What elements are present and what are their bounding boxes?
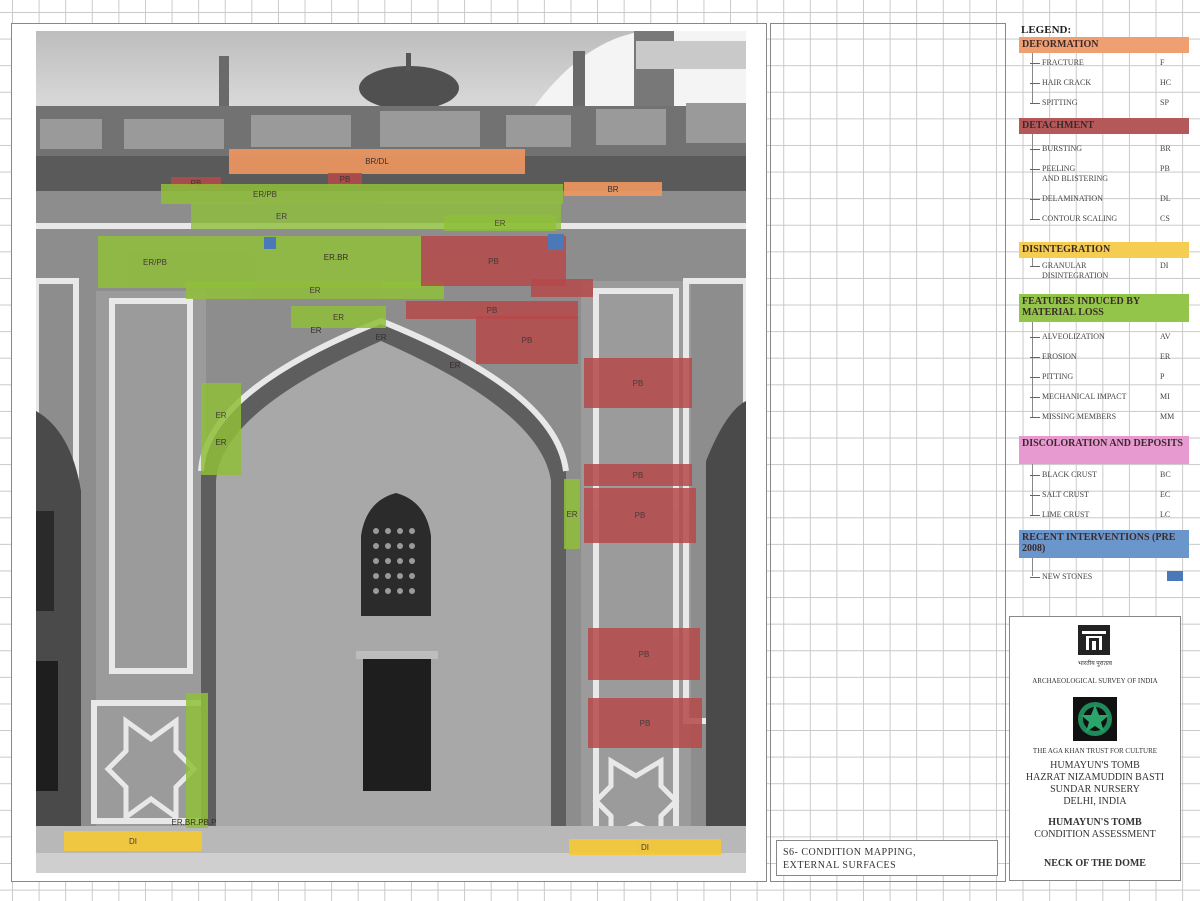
drawing-caption: S6- CONDITION MAPPING, EXTERNAL SURFACES: [776, 840, 998, 876]
zone-label-erosion-bursting-peeling-pitting: ER.BR.PB.P: [171, 817, 217, 827]
facade-photograph: BR/DL BR PB PB ER/PB ER ER ER/PB ER.BR E…: [36, 31, 746, 873]
asi-name: ARCHAEOLOGICAL SURVEY OF INDIA: [1032, 677, 1158, 685]
doorway: [363, 659, 431, 791]
zone-peeling: PB: [476, 316, 578, 364]
zone-erosion: ER: [186, 281, 444, 299]
akdn-emblem-icon: [1073, 697, 1117, 741]
zone-peeling: PB: [588, 628, 700, 680]
legend-category-detachment: DETACHMENT: [1019, 118, 1189, 134]
legend-category-deformation: DEFORMATION: [1019, 37, 1189, 53]
site-location: HAZRAT NIZAMUDDIN BASTI: [1025, 772, 1165, 783]
zone-erosion: ER: [444, 215, 556, 231]
site-location: DELHI, INDIA: [1063, 796, 1127, 807]
zone-erosion-column: [186, 693, 208, 828]
zone-granular-disintegration: DI: [569, 839, 721, 855]
new-stone-marker: [264, 237, 276, 249]
legend-connector: [1032, 53, 1033, 103]
new-stones-swatch: [1167, 571, 1183, 581]
title-block: भारतीय पुरातत्व ARCHAEOLOGICAL SURVEY OF…: [1009, 616, 1181, 881]
caption-line: S6- CONDITION MAPPING,: [783, 847, 916, 858]
zone-peeling: PB: [584, 464, 692, 486]
zone-granular-disintegration: DI: [64, 831, 202, 851]
zone-label-erosion: ER: [449, 360, 461, 370]
sheet-title: NECK OF THE DOME: [1044, 858, 1146, 869]
new-stone-marker: [548, 234, 564, 250]
zone-erosion-arch: ER ER: [201, 383, 241, 475]
zone-peeling: PB: [584, 358, 692, 408]
legend-connector: [1032, 558, 1033, 576]
chhatri-dome: [359, 66, 459, 110]
legend-connector: [1032, 258, 1033, 266]
zone-label-erosion: ER: [310, 325, 322, 335]
zone-label-erosion-bursting: ER.BR: [323, 252, 349, 262]
blank-sheet-column: [770, 23, 1006, 882]
asi-script-text: भारतीय पुरातत्व: [1078, 661, 1112, 667]
site-location: SUNDAR NURSERY: [1050, 784, 1140, 795]
legend-category-disintegration: DISINTEGRATION: [1019, 242, 1189, 258]
legend-category-discoloration: DISCOLORATION AND DEPOSITS: [1019, 436, 1189, 464]
caption-line: EXTERNAL SURFACES: [783, 860, 897, 871]
site-name: HUMAYUN'S TOMB: [1050, 760, 1140, 771]
legend-connector: [1032, 464, 1033, 516]
zone-peeling-strip: [531, 279, 593, 297]
pinnacle: [219, 56, 229, 111]
zone-peeling: PB: [584, 488, 696, 543]
project-title: HUMAYUN'S TOMB: [1048, 817, 1142, 828]
legend-category-recent-interventions: RECENT INTERVENTIONS (PRE 2008): [1019, 530, 1189, 558]
zone-bursting: BR: [564, 182, 662, 196]
project-subtitle: CONDITION ASSESSMENT: [1034, 829, 1156, 840]
zone-peeling: PB: [588, 698, 702, 748]
legend-connector: [1032, 134, 1033, 220]
zone-bursting-delamination: BR/DL: [229, 149, 525, 174]
akdn-name: THE AGA KHAN TRUST FOR CULTURE: [1032, 747, 1158, 755]
legend-category-material-loss: FEATURES INDUCED BY MATERIAL LOSS: [1019, 294, 1189, 322]
zone-label-erosion: ER: [375, 332, 387, 342]
pinnacle: [573, 51, 585, 111]
jali-window: [361, 493, 431, 616]
legend-title: LEGEND:: [1021, 24, 1072, 36]
zone-erosion: ER: [564, 479, 580, 549]
zone-erosion-peeling: ER/PB: [161, 184, 563, 204]
